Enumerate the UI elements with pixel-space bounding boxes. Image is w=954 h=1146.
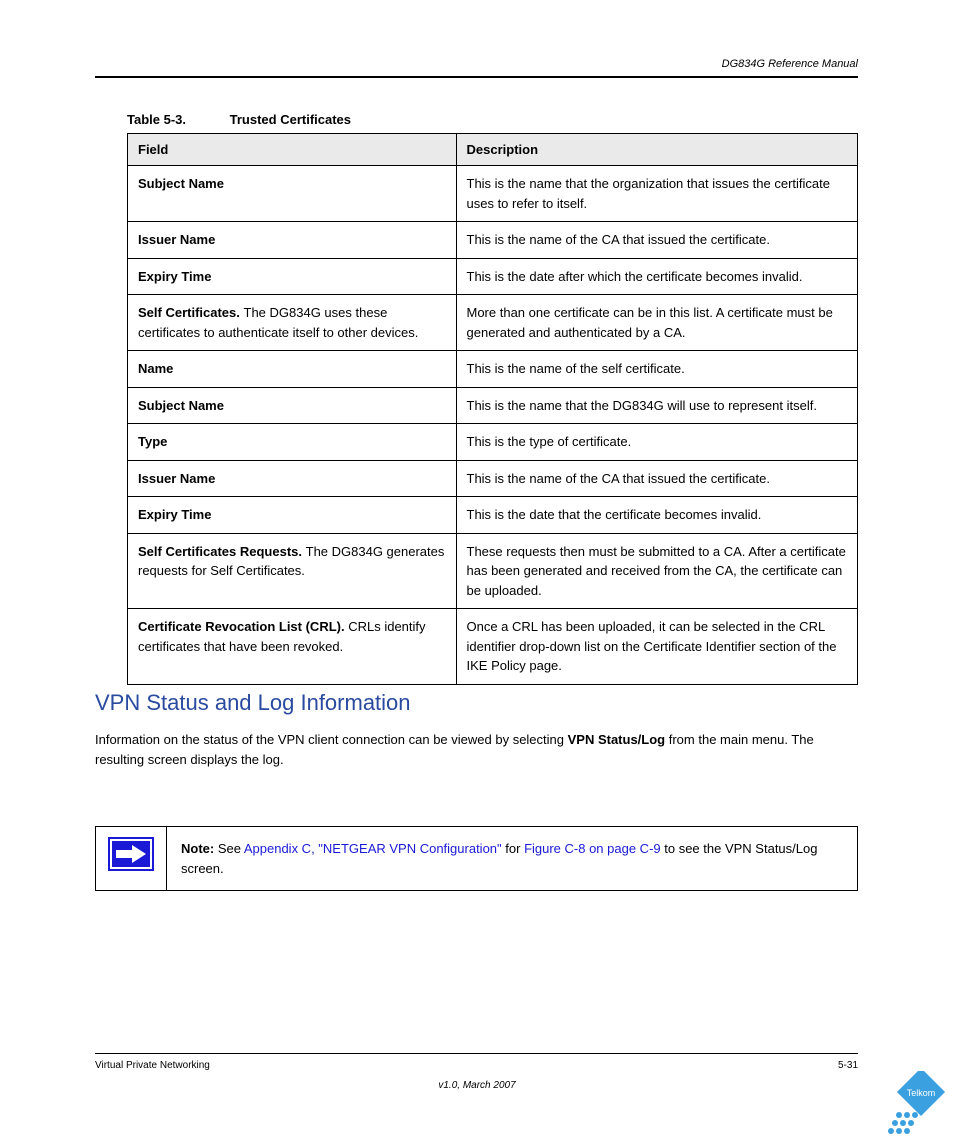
note-link-figure[interactable]: Figure C-8 on page C-9: [524, 841, 661, 856]
table-row: Subject Name This is the name that the or…: [128, 166, 858, 222]
table-row: Name This is the name of the self certifi…: [128, 351, 858, 388]
footer-version: v1.0, March 2007: [0, 1080, 954, 1091]
footer-left: Virtual Private Networking: [95, 1060, 210, 1071]
cell-desc: This is the type of certificate.: [456, 424, 858, 461]
table-caption-number: Table 5-3.: [127, 112, 186, 127]
note-text-prefix: See: [214, 841, 244, 856]
cell-label: Issuer Name: [138, 471, 215, 486]
note-icon-cell: [96, 827, 167, 891]
arrow-right-icon: [110, 839, 152, 869]
cell-desc: More than one certificate can be in this…: [456, 295, 858, 351]
cell-label: Subject Name: [138, 398, 224, 413]
table-row: Subject Name This is the name that the DG…: [128, 387, 858, 424]
cell-label: Type: [138, 434, 167, 449]
note-link-appendix[interactable]: Appendix C, "NETGEAR VPN Configuration": [244, 841, 502, 856]
table-row: Issuer Name This is the name of the CA th…: [128, 460, 858, 497]
cell-desc: Once a CRL has been uploaded, it can be …: [456, 609, 858, 685]
cell-label: Issuer Name: [138, 232, 215, 247]
cell-desc: This is the name of the self certificate…: [456, 351, 858, 388]
body-text-bold: VPN Status/Log: [568, 732, 666, 747]
header-rule: [95, 76, 858, 78]
table-header-field: Field: [128, 134, 457, 166]
body-text-prefix: Information on the status of the VPN cli…: [95, 732, 568, 747]
cell-label: Self Certificates.: [138, 305, 244, 320]
note-text-mid: for: [502, 841, 524, 856]
table-row: Issuer Name This is the name of the CA th…: [128, 222, 858, 259]
cell-desc: These requests then must be submitted to…: [456, 533, 858, 609]
table-header-description: Description: [456, 134, 858, 166]
header-text: DG834G Reference Manual: [722, 58, 858, 70]
table-row: Self Certificates. The DG834G uses these…: [128, 295, 858, 351]
footer-right: 5-31: [838, 1060, 858, 1071]
cell-desc: This is the date after which the certifi…: [456, 258, 858, 295]
table-row: Self Certificates Requests. The DG834G g…: [128, 533, 858, 609]
logo-text: Telkom: [907, 1088, 936, 1098]
table-row: Certificate Revocation List (CRL). CRLs …: [128, 609, 858, 685]
section-heading-vpn-status: VPN Status and Log Information: [95, 690, 411, 716]
body-paragraph: Information on the status of the VPN cli…: [95, 730, 858, 769]
cell-desc: This is the name that the DG834G will us…: [456, 387, 858, 424]
table-row: Type This is the type of certificate.: [128, 424, 858, 461]
trusted-certificates-table: Table 5-3. Trusted Certificates Field De…: [127, 112, 858, 685]
note-box: Note: See Appendix C, "NETGEAR VPN Confi…: [95, 826, 858, 891]
cell-desc: This is the name of the CA that issued t…: [456, 222, 858, 259]
cell-label: Self Certificates Requests.: [138, 544, 306, 559]
cell-label: Expiry Time: [138, 269, 211, 284]
cell-label: Subject Name: [138, 176, 224, 191]
note-text: Note: See Appendix C, "NETGEAR VPN Confi…: [167, 827, 858, 891]
table-caption-title: Trusted Certificates: [190, 112, 351, 127]
cell-label: Expiry Time: [138, 507, 211, 522]
footer-rule: [95, 1053, 858, 1054]
cell-desc: This is the name of the CA that issued t…: [456, 460, 858, 497]
note-label: Note:: [181, 841, 214, 856]
cell-desc: This is the date that the certificate be…: [456, 497, 858, 534]
telkom-logo-icon: Telkom: [880, 1071, 950, 1141]
table-caption: Table 5-3. Trusted Certificates: [127, 112, 858, 133]
cell-desc: This is the name that the organization t…: [456, 166, 858, 222]
cell-label: Name: [138, 361, 173, 376]
cell-label: Certificate Revocation List (CRL).: [138, 619, 348, 634]
table-row: Expiry Time This is the date that the cer…: [128, 497, 858, 534]
table-row: Expiry Time This is the date after which …: [128, 258, 858, 295]
